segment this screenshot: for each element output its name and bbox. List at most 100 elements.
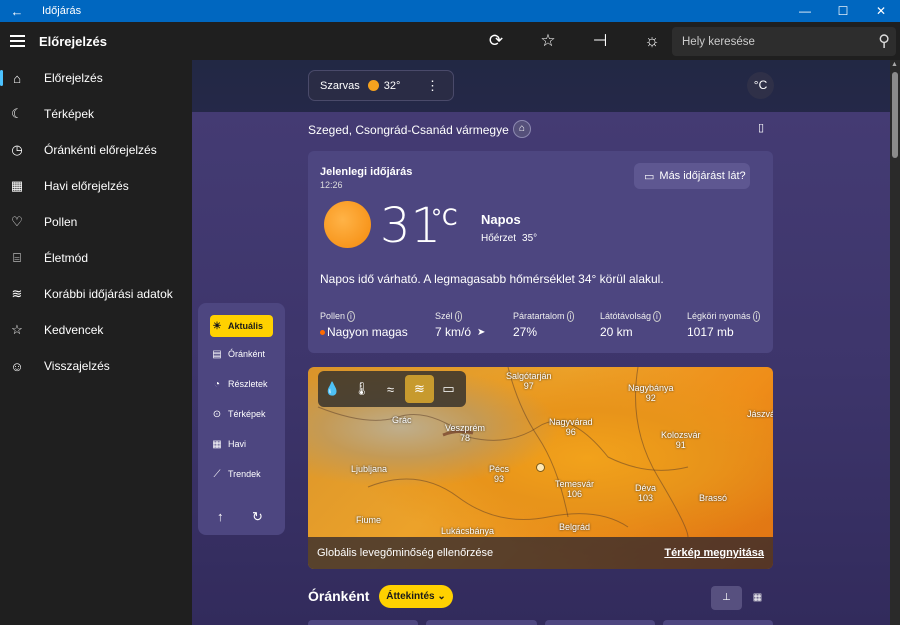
city-name: Nagybánya xyxy=(628,383,674,393)
city-name: Salgótarján xyxy=(506,371,552,381)
map-city-label: Nagybánya 92 xyxy=(628,383,674,403)
search-box[interactable]: ⚲ xyxy=(672,27,896,56)
star-icon[interactable]: ☆ xyxy=(522,31,574,51)
info-icon[interactable]: i xyxy=(454,311,463,322)
info-icon[interactable]: i xyxy=(566,311,575,322)
sidebar-item-label: Térképek xyxy=(44,107,95,121)
calendar-icon: ▦ xyxy=(212,438,222,450)
dropdown-value: Áttekintés xyxy=(386,591,435,602)
sidebar-item-history[interactable]: ≋ Korábbi időjárási adatok xyxy=(0,276,192,312)
title-bar: ← Időjárás — ☐ ✕ xyxy=(0,0,900,22)
sidebar-item-favorites[interactable]: ☆ Kedvencek xyxy=(0,312,192,348)
more-options-icon[interactable]: ⋮ xyxy=(426,78,439,94)
metric-label: Pollen xyxy=(320,311,346,321)
section-hourly[interactable]: ▤ Óránként xyxy=(210,343,274,365)
metric-pressure[interactable]: Légköri nyomás i 1017 mb xyxy=(687,311,761,339)
info-icon[interactable]: i xyxy=(653,311,661,322)
reset-icon[interactable]: ↻ xyxy=(252,509,263,525)
search-input[interactable] xyxy=(682,35,862,48)
header-actions: ⟳ ☆ ⊣ ☼ xyxy=(470,22,678,60)
sidebar-item-label: Korábbi időjárási adatok xyxy=(44,287,173,301)
chat-icon[interactable]: ▭ xyxy=(434,381,463,397)
feedback-icon: ☺ xyxy=(10,358,24,374)
hamburger-menu-icon[interactable] xyxy=(0,22,34,60)
weather-feedback-button[interactable]: ▭ Más időjárást lát? xyxy=(634,163,750,189)
close-icon[interactable]: ✕ xyxy=(862,0,900,22)
map-city-label: Brassó xyxy=(699,493,727,503)
back-arrow-icon[interactable]: ← xyxy=(0,4,34,19)
city-name: Brassó xyxy=(699,493,728,503)
metric-pollen[interactable]: Pollen i Nagyon magas xyxy=(320,311,408,339)
sidebar-item-pollen[interactable]: ♡ Pollen xyxy=(0,204,192,240)
refresh-icon[interactable]: ⟳ xyxy=(470,31,522,51)
metric-visibility[interactable]: Látótávolság i 20 km xyxy=(600,311,661,339)
section-monthly[interactable]: ▦ Havi xyxy=(210,433,274,455)
chart-view-icon[interactable]: ⊥ xyxy=(711,586,742,610)
metric-value: 20 km xyxy=(600,325,633,339)
scrollbar-thumb[interactable] xyxy=(892,72,898,158)
open-map-link[interactable]: Térkép megnyitása xyxy=(664,547,764,559)
scroll-to-top-icon[interactable]: ↑ xyxy=(217,509,224,524)
page-title: Előrejelzés xyxy=(39,33,107,49)
wind-icon[interactable]: ≈ xyxy=(376,382,405,397)
city-name: Veszprém xyxy=(445,423,486,433)
map-city-label: Fiume xyxy=(356,515,381,525)
phone-icon[interactable]: ▯ xyxy=(758,121,764,134)
minimize-icon[interactable]: — xyxy=(786,0,824,22)
overview-dropdown[interactable]: Áttekintés ⌄ xyxy=(379,585,453,608)
map-layer-toolbar: 💧 🌡 ≈ ≋ ▭ xyxy=(318,371,466,407)
current-weather-card: Jelenlegi időjárás 12:26 ▭ Más időjárást… xyxy=(308,151,773,353)
map-city-label: Déva 103 xyxy=(635,483,656,503)
city-aqi: 106 xyxy=(566,489,583,499)
maximize-icon[interactable]: ☐ xyxy=(824,0,862,22)
sidebar-item-forecast[interactable]: ⌂ Előrejelzés xyxy=(0,60,192,96)
pin-icon[interactable]: ⊣ xyxy=(574,31,626,51)
feels-like-label: Hőérzet xyxy=(481,233,517,244)
info-icon[interactable]: i xyxy=(347,311,355,322)
scroll-up-icon[interactable]: ▲ xyxy=(891,61,898,68)
settings-icon[interactable]: ☼ xyxy=(626,31,678,51)
info-icon[interactable]: i xyxy=(752,311,761,322)
location-name: Szeged, Csongrád-Csanád vármegye xyxy=(308,123,509,137)
search-icon[interactable]: ⚲ xyxy=(878,31,890,51)
section-details[interactable]: ◔ Részletek xyxy=(210,373,274,395)
saved-location-pill[interactable]: Szarvas 32° ⋮ xyxy=(308,70,454,101)
home-location-icon[interactable]: ⌂ xyxy=(513,120,531,138)
sidebar-item-maps[interactable]: ☾ Térképek xyxy=(0,96,192,132)
sidebar-item-lifestyle[interactable]: ⌸ Életmód xyxy=(0,240,192,276)
metric-wind[interactable]: Szél i 7 km/ó ➤ xyxy=(435,311,485,339)
metric-humidity[interactable]: Páratartalom i 27% xyxy=(513,311,575,339)
metric-label: Szél xyxy=(435,311,453,321)
air-quality-icon[interactable]: ≋ xyxy=(405,375,434,403)
scrollbar[interactable]: ▲ xyxy=(890,60,900,625)
pill-location-name: Szarvas xyxy=(320,79,360,92)
trend-icon: ⟋ xyxy=(213,468,221,480)
sidebar-item-label: Kedvencek xyxy=(44,323,104,337)
metric-value: 27% xyxy=(513,325,538,339)
section-trends[interactable]: ⟋ Trendek xyxy=(210,463,274,485)
precipitation-icon[interactable]: 💧 xyxy=(318,381,347,397)
section-label: Térképek xyxy=(228,409,266,419)
window-controls: — ☐ ✕ xyxy=(786,0,900,22)
section-current[interactable]: ☀ Aktuális xyxy=(210,315,273,337)
sidebar-item-hourly[interactable]: ◷ Óránkénti előrejelzés xyxy=(0,132,192,168)
section-maps[interactable]: ⊙ Térképek xyxy=(210,403,274,425)
feedback-label: Más időjárást lát? xyxy=(659,170,746,182)
temperature-icon[interactable]: 🌡 xyxy=(347,381,376,397)
sidebar-item-feedback[interactable]: ☺ Visszajelzés xyxy=(0,348,192,384)
unit-toggle-button[interactable]: °C xyxy=(747,72,774,99)
pollen-icon: ♡ xyxy=(11,214,23,229)
lifestyle-icon: ⌸ xyxy=(13,250,21,265)
observation-time: 12:26 xyxy=(320,180,343,190)
section-label: Részletek xyxy=(228,379,268,389)
chat-icon: ▭ xyxy=(644,170,655,183)
unit-label: °C xyxy=(753,78,768,92)
sidebar-item-monthly[interactable]: ▦ Havi előrejelzés xyxy=(0,168,192,204)
city-name: Déva xyxy=(635,483,657,493)
air-quality-map[interactable]: 💧 🌡 ≈ ≋ ▭ Salgótarján 97 Nagybánya 92 Grác… xyxy=(308,367,773,569)
hourly-section-title: Óránként xyxy=(308,588,370,604)
temperature-unit: °C xyxy=(431,206,458,231)
sidebar-nav: ⌂ Előrejelzés ☾ Térképek ◷ Óránkénti elő… xyxy=(0,60,192,625)
grid-view-icon[interactable]: ▦ xyxy=(742,586,773,610)
home-icon: ⌂ xyxy=(13,70,21,86)
